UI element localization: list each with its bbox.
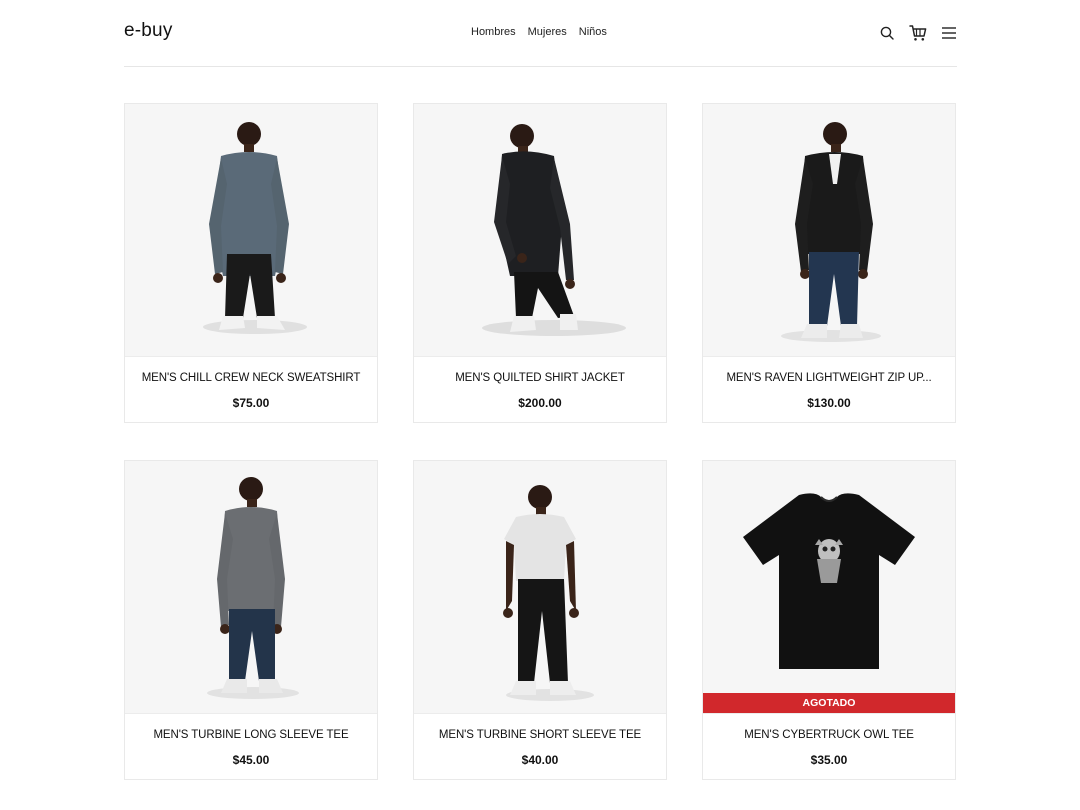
sold-out-badge: AGOTADO <box>703 693 955 713</box>
product-title[interactable]: MEN'S CHILL CREW NECK SWEATSHIRT <box>135 372 367 384</box>
product-card[interactable]: AGOTADO MEN'S CYBERTRUCK OWL TEE $35.00 <box>702 460 956 780</box>
nav-item-hombres[interactable]: Hombres <box>471 26 516 38</box>
product-grid: MEN'S CHILL CREW NECK SWEATSHIRT $75.00 … <box>124 103 957 780</box>
product-card[interactable]: MEN'S TURBINE SHORT SLEEVE TEE $40.00 <box>413 460 667 780</box>
cart-icon[interactable] <box>909 24 927 42</box>
main-nav: Hombres Mujeres Niños <box>471 26 607 38</box>
product-price: $40.00 <box>521 753 559 767</box>
product-card[interactable]: MEN'S RAVEN LIGHTWEIGHT ZIP UP... $130.0… <box>702 103 956 423</box>
product-title[interactable]: MEN'S CYBERTRUCK OWL TEE <box>713 729 945 741</box>
menu-icon[interactable] <box>941 25 957 41</box>
product-price: $35.00 <box>810 753 848 767</box>
nav-item-mujeres[interactable]: Mujeres <box>528 26 567 38</box>
product-image[interactable]: AGOTADO <box>703 461 955 714</box>
product-title[interactable]: MEN'S QUILTED SHIRT JACKET <box>424 372 656 384</box>
product-title[interactable]: MEN'S TURBINE SHORT SLEEVE TEE <box>424 729 656 741</box>
product-title[interactable]: MEN'S RAVEN LIGHTWEIGHT ZIP UP... <box>713 372 945 384</box>
search-icon[interactable] <box>879 25 895 41</box>
product-price: $75.00 <box>232 396 270 410</box>
product-price: $200.00 <box>518 396 562 410</box>
product-image[interactable] <box>414 104 666 357</box>
product-image[interactable] <box>125 104 377 357</box>
product-image[interactable] <box>125 461 377 714</box>
product-card[interactable]: MEN'S CHILL CREW NECK SWEATSHIRT $75.00 <box>124 103 378 423</box>
nav-item-ninos[interactable]: Niños <box>579 26 607 38</box>
product-image[interactable] <box>414 461 666 714</box>
product-card[interactable]: MEN'S TURBINE LONG SLEEVE TEE $45.00 <box>124 460 378 780</box>
product-price: $45.00 <box>232 753 270 767</box>
brand-logo[interactable]: e-buy <box>124 20 173 42</box>
header-actions <box>879 24 957 42</box>
product-title[interactable]: MEN'S TURBINE LONG SLEEVE TEE <box>135 729 367 741</box>
site-header: e-buy Hombres Mujeres Niños <box>124 0 957 67</box>
product-card[interactable]: MEN'S QUILTED SHIRT JACKET $200.00 <box>413 103 667 423</box>
product-image[interactable] <box>703 104 955 357</box>
product-price: $130.00 <box>807 396 851 410</box>
